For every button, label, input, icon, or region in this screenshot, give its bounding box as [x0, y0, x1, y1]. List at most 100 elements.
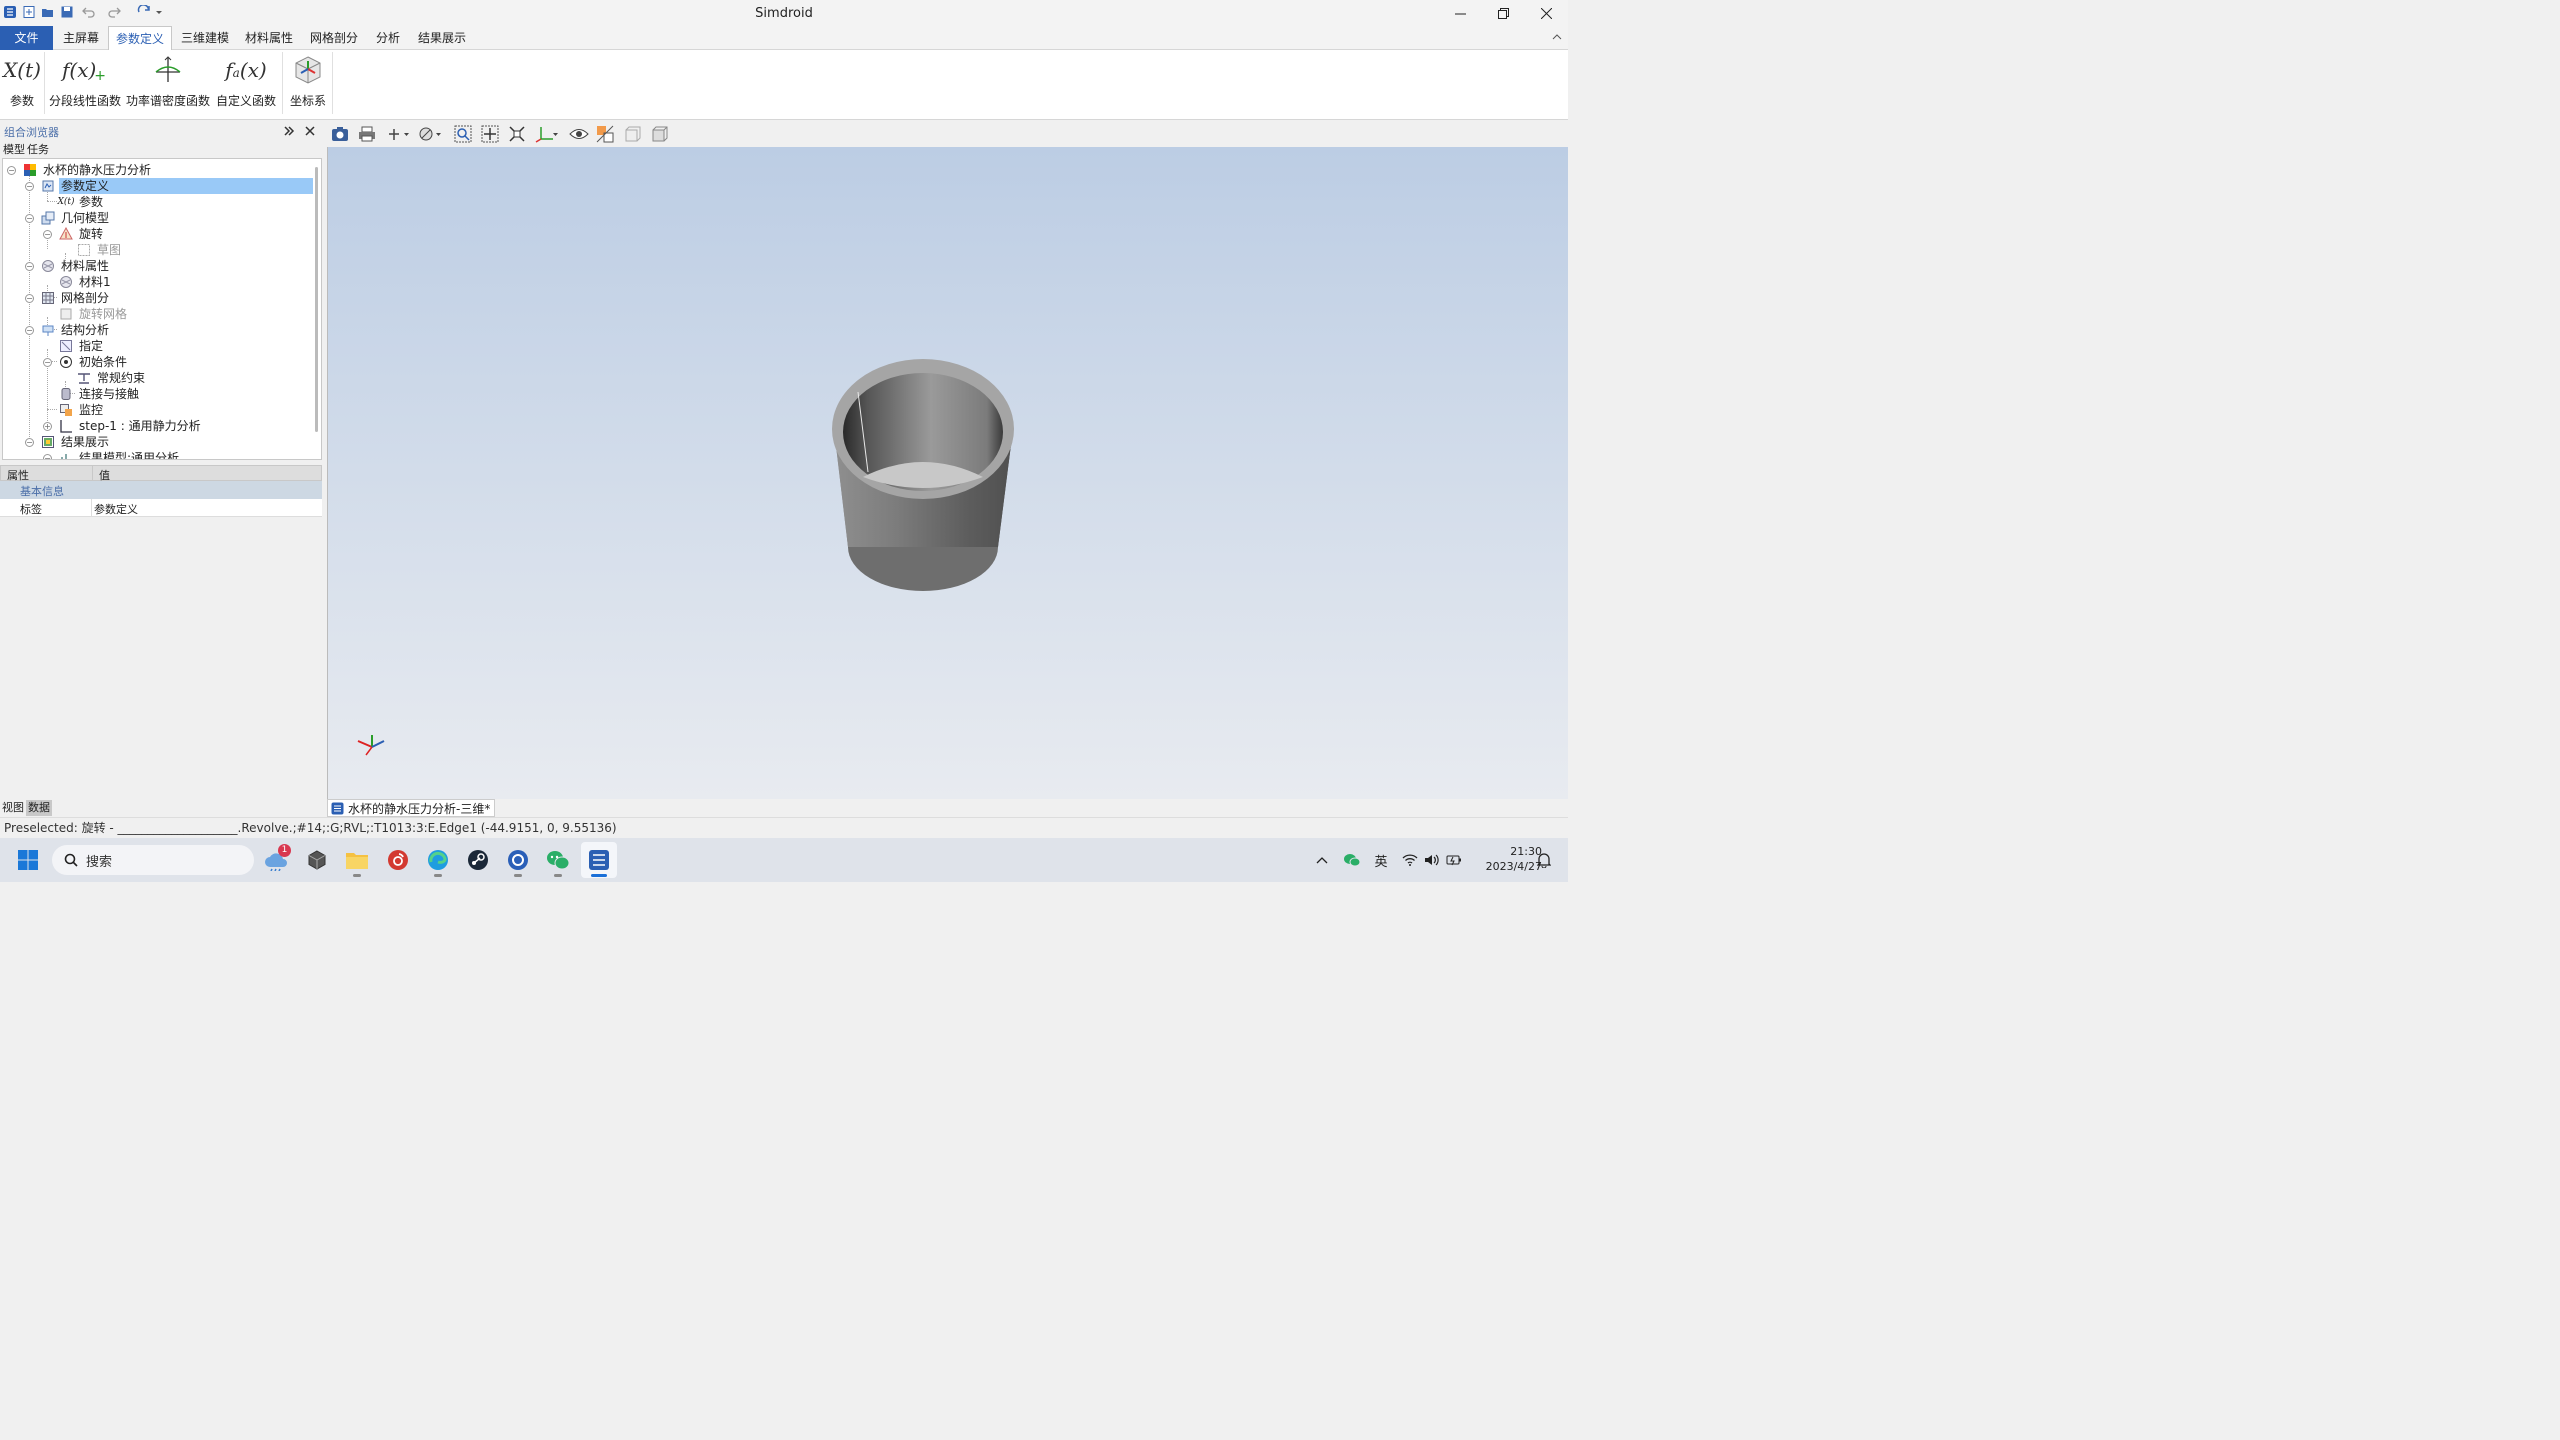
- input-method-indicator[interactable]: 英: [1371, 850, 1391, 870]
- close-panel-icon[interactable]: [303, 124, 317, 138]
- tree-node-sketch[interactable]: 草图: [77, 242, 123, 258]
- expand-icon[interactable]: +: [43, 421, 52, 431]
- start-button[interactable]: [10, 842, 46, 878]
- collapse-icon[interactable]: −: [43, 453, 52, 459]
- tree-node-root[interactable]: − 水杯的静水压力分析: [7, 162, 153, 178]
- taskbar-steam[interactable]: [460, 842, 496, 878]
- parameter-button[interactable]: X(t) 参数: [3, 54, 41, 114]
- volume-icon[interactable]: [1422, 850, 1442, 870]
- collapse-icon[interactable]: −: [25, 261, 34, 271]
- axis-display-icon[interactable]: [385, 124, 411, 144]
- collapse-icon[interactable]: −: [43, 357, 52, 367]
- close-button[interactable]: [1524, 0, 1568, 26]
- tree-node-revolve[interactable]: − 旋转: [43, 226, 105, 242]
- system-clock[interactable]: 21:30 2023/4/27: [1472, 844, 1542, 874]
- tree-scrollbar[interactable]: [313, 159, 321, 459]
- collapse-icon[interactable]: −: [43, 229, 52, 239]
- collapse-icon[interactable]: −: [25, 213, 34, 223]
- tab-model[interactable]: 模型: [3, 143, 25, 156]
- tray-wechat-icon[interactable]: [1341, 850, 1363, 870]
- clip-box-icon[interactable]: [623, 124, 643, 144]
- notifications-icon[interactable]: [1534, 850, 1554, 870]
- taskbar-wechat[interactable]: [540, 842, 576, 878]
- minimize-button[interactable]: [1438, 0, 1482, 26]
- collapse-icon[interactable]: −: [25, 437, 34, 447]
- taskbar-file-explorer[interactable]: [339, 842, 375, 878]
- tree-node-general-constraint[interactable]: 常规约束: [77, 370, 147, 386]
- piecewise-linear-function-button[interactable]: f(x) + 分段线性函数: [49, 54, 121, 114]
- view-orientation-icon[interactable]: [533, 124, 559, 144]
- tree-node-material-properties[interactable]: − 材料属性: [25, 258, 111, 274]
- tab-3d-modeling[interactable]: 三维建模: [176, 26, 234, 50]
- pin-panel-icon[interactable]: [282, 124, 296, 138]
- tree-node-step-1[interactable]: + step-1 : 通用静力分析: [43, 418, 203, 434]
- tab-home[interactable]: 主屏幕: [57, 26, 105, 50]
- tree-node-meshing[interactable]: − 网格剖分: [25, 290, 111, 306]
- wifi-icon[interactable]: [1400, 850, 1420, 870]
- tab-meshing[interactable]: 网格剖分: [305, 26, 363, 50]
- taskbar-edge[interactable]: [420, 842, 456, 878]
- show-hidden-icons-icon[interactable]: [1313, 850, 1331, 870]
- tab-material-properties[interactable]: 材料属性: [240, 26, 298, 50]
- tree-node-structural-analysis[interactable]: − 结构分析: [25, 322, 111, 338]
- collapse-icon[interactable]: −: [7, 165, 16, 175]
- tree-node-results[interactable]: − 结果展示: [25, 434, 111, 450]
- restore-button[interactable]: [1481, 0, 1525, 26]
- tree-node-result-model[interactable]: − 结果模型:通用分析: [43, 450, 181, 459]
- collapse-ribbon-icon[interactable]: [1552, 32, 1562, 42]
- mesh-item-icon: [59, 307, 73, 321]
- visibility-icon[interactable]: [569, 124, 589, 144]
- tree-node-parameter[interactable]: X(t) 参数: [57, 194, 105, 210]
- taskbar-app-cube[interactable]: [299, 842, 335, 878]
- print-icon[interactable]: [357, 124, 377, 144]
- tab-task[interactable]: 任务: [27, 143, 49, 156]
- tab-file[interactable]: 文件: [0, 26, 53, 50]
- tree-node-initial-conditions[interactable]: − 初始条件: [43, 354, 129, 370]
- tree-node-connection-contact[interactable]: 连接与接触: [59, 386, 141, 402]
- box-view-icon[interactable]: [650, 124, 670, 144]
- display-mode-icon[interactable]: [417, 124, 443, 144]
- custom-function-button[interactable]: fa(x) 自定义函数: [216, 54, 276, 114]
- section-plane-icon[interactable]: [595, 124, 615, 144]
- collapse-icon[interactable]: −: [25, 325, 34, 335]
- cup-model[interactable]: [328, 147, 1569, 799]
- tree-node-monitor[interactable]: 监控: [59, 402, 105, 418]
- combo-browser-panel: 组合浏览器 模型 任务 − 水杯的静水压力分析 − 参数定义 X(t) 参数 −…: [0, 121, 326, 818]
- collapse-icon[interactable]: −: [25, 181, 34, 191]
- taskbar-search[interactable]: 搜索: [52, 845, 254, 875]
- 3d-viewport[interactable]: [327, 147, 1568, 799]
- tab-data[interactable]: 数据: [26, 800, 52, 816]
- property-row-label[interactable]: 标签 参数定义: [0, 499, 322, 517]
- fit-selection-icon[interactable]: [507, 124, 527, 144]
- results-icon: [41, 435, 55, 449]
- fit-all-icon[interactable]: [480, 124, 500, 144]
- tree-node-material-1[interactable]: 材料1: [59, 274, 113, 290]
- panel-header: 组合浏览器: [0, 121, 326, 141]
- property-editor: 属性 值 基本信息 标签 参数定义: [0, 465, 322, 799]
- tab-view[interactable]: 视图: [0, 800, 26, 816]
- scrollbar-thumb[interactable]: [315, 167, 318, 432]
- contact-icon: [59, 387, 73, 401]
- tab-analysis[interactable]: 分析: [371, 26, 405, 50]
- coordinate-system-button[interactable]: 坐标系: [288, 54, 328, 114]
- tab-results[interactable]: 结果展示: [413, 26, 471, 50]
- taskbar-simdroid[interactable]: [581, 842, 617, 878]
- property-group-basic-info[interactable]: 基本信息: [0, 481, 322, 499]
- taskbar-app-blue[interactable]: [500, 842, 536, 878]
- property-value[interactable]: 参数定义: [94, 501, 138, 517]
- tree-node-assign[interactable]: 指定: [59, 338, 105, 354]
- taskbar-netease-music[interactable]: [380, 842, 416, 878]
- panel-title: 组合浏览器: [4, 126, 59, 139]
- battery-icon[interactable]: [1444, 850, 1464, 870]
- psd-function-button[interactable]: 功率谱密度函数: [126, 54, 210, 114]
- tab-parameter-definition[interactable]: 参数定义: [108, 26, 172, 51]
- collapse-icon[interactable]: −: [25, 293, 34, 303]
- ribbon: X(t) 参数 f(x) + 分段线性函数 功率谱密度函数 fa(x) 自定义函数…: [0, 50, 1568, 120]
- zoom-window-icon[interactable]: [453, 124, 473, 144]
- tree-node-revolve-mesh[interactable]: 旋转网格: [59, 306, 129, 322]
- taskbar-weather-widget[interactable]: 1: [259, 842, 295, 878]
- tree-node-parameter-definition[interactable]: − 参数定义: [25, 178, 315, 194]
- tree-node-geometry[interactable]: − 几何模型: [25, 210, 111, 226]
- document-tab[interactable]: 水杯的静水压力分析-三维*: [327, 799, 496, 817]
- screenshot-icon[interactable]: [330, 124, 350, 144]
